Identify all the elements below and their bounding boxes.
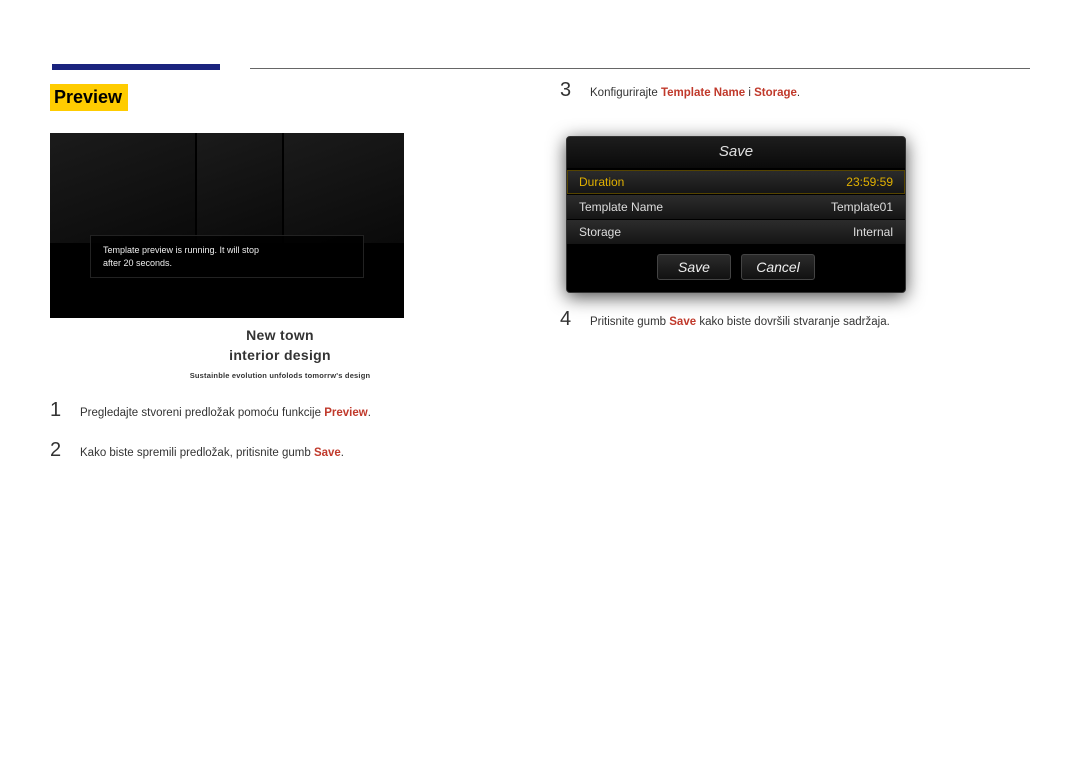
step-number: 1 — [50, 400, 64, 420]
preview-panel — [197, 133, 282, 243]
dialog-row-value: Template01 — [831, 200, 893, 214]
preview-layout — [50, 133, 404, 243]
horizontal-rule — [250, 68, 1030, 69]
step-text-part: . — [341, 447, 344, 459]
step-item: 1 Pregledajte stvoreni predložak pomoću … — [50, 400, 510, 422]
dialog-row-template-name[interactable]: Template Name Template01 — [567, 194, 905, 219]
highlight-text: Preview — [324, 407, 367, 419]
step-number: 3 — [560, 80, 574, 100]
dialog-row-value: 23:59:59 — [846, 175, 893, 189]
dialog-row-label: Storage — [579, 225, 621, 239]
dialog-row-duration[interactable]: Duration 23:59:59 — [567, 169, 905, 194]
step-text-part: Kako biste spremili predložak, pritisnit… — [80, 447, 314, 459]
accent-bar — [52, 64, 220, 70]
step-text: Pregledajte stvoreni predložak pomoću fu… — [80, 402, 371, 422]
highlight-text: Save — [669, 316, 696, 328]
preview-panel — [50, 133, 195, 243]
step-item: 2 Kako biste spremili predložak, pritisn… — [50, 440, 510, 462]
dialog-row-label: Template Name — [579, 200, 663, 214]
right-step-list-2: 4 Pritisnite gumb Save kako biste dovrši… — [560, 309, 1030, 331]
step-text-part: i — [745, 87, 754, 99]
highlight-text: Template Name — [661, 87, 745, 99]
title-line-1: New town — [246, 327, 314, 343]
step-text-part: . — [368, 407, 371, 419]
right-column: 3 Konfigurirajte Template Name i Storage… — [560, 84, 1030, 481]
template-preview-thumbnail: Template preview is running. It will sto… — [50, 133, 404, 318]
cancel-button[interactable]: Cancel — [741, 254, 815, 280]
dialog-row-storage[interactable]: Storage Internal — [567, 219, 905, 244]
step-text-part: Pritisnite gumb — [590, 316, 669, 328]
dialog-title: Save — [567, 137, 905, 169]
step-number: 4 — [560, 309, 574, 329]
preview-status-message: Template preview is running. It will sto… — [90, 235, 364, 278]
step-number: 2 — [50, 440, 64, 460]
step-text-part: . — [797, 87, 800, 99]
dialog-row-value: Internal — [853, 225, 893, 239]
step-text-part: Pregledajte stvoreni predložak pomoću fu… — [80, 407, 324, 419]
step-text: Pritisnite gumb Save kako biste dovršili… — [590, 311, 890, 331]
step-item: 4 Pritisnite gumb Save kako biste dovrši… — [560, 309, 1030, 331]
dialog-row-label: Duration — [579, 175, 624, 189]
title-line-2: interior design — [229, 347, 331, 363]
preview-panel — [284, 133, 404, 243]
two-column-layout: Preview Template preview is running. It … — [50, 84, 1030, 481]
template-content-title: New town interior design — [50, 326, 510, 365]
section-heading: Preview — [50, 84, 128, 111]
left-column: Preview Template preview is running. It … — [50, 84, 510, 481]
highlight-text: Storage — [754, 87, 797, 99]
template-content-subtitle: Sustainble evolution unfolods tomorrw's … — [50, 371, 510, 380]
save-dialog: Save Duration 23:59:59 Template Name Tem… — [566, 136, 906, 293]
step-text-part: kako biste dovršili stvaranje sadržaja. — [696, 316, 890, 328]
document-page: Preview Template preview is running. It … — [0, 0, 1080, 481]
dialog-button-row: Save Cancel — [567, 244, 905, 292]
right-step-list: 3 Konfigurirajte Template Name i Storage… — [560, 80, 1030, 102]
save-button[interactable]: Save — [657, 254, 731, 280]
step-text: Kako biste spremili predložak, pritisnit… — [80, 442, 344, 462]
highlight-text: Save — [314, 447, 341, 459]
step-text: Konfigurirajte Template Name i Storage. — [590, 82, 800, 102]
step-text-part: Konfigurirajte — [590, 87, 661, 99]
left-step-list: 1 Pregledajte stvoreni predložak pomoću … — [50, 400, 510, 463]
step-item: 3 Konfigurirajte Template Name i Storage… — [560, 80, 1030, 102]
